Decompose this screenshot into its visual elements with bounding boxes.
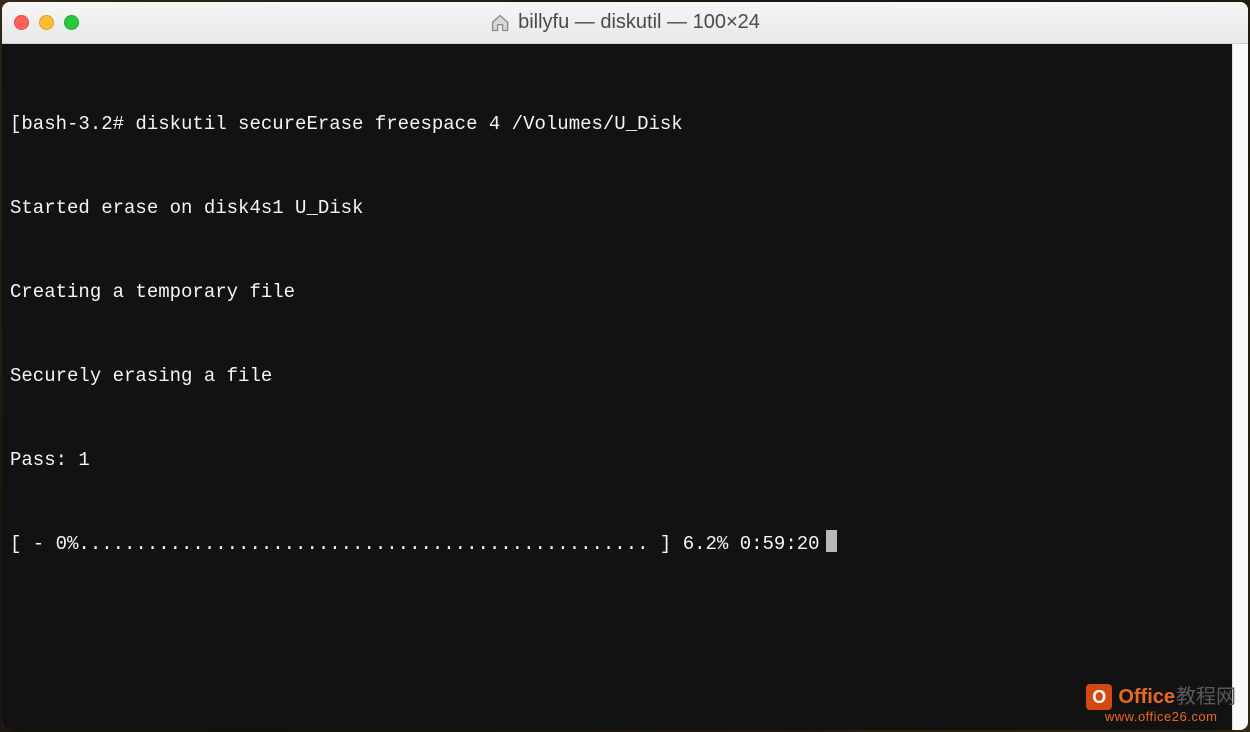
- watermark-brand-1: Office: [1118, 686, 1175, 708]
- prompt: [bash-3.2#: [10, 113, 135, 135]
- office-logo-icon: O: [1086, 684, 1112, 710]
- watermark-brand: O Office教程网: [1086, 684, 1236, 710]
- terminal-output-line: Started erase on disk4s1 U_Disk: [10, 194, 1240, 222]
- scrollbar-track[interactable]: [1232, 44, 1248, 730]
- terminal-window: billyfu — diskutil — 100×24 [bash-3.2# d…: [2, 2, 1248, 730]
- terminal-body[interactable]: [bash-3.2# diskutil secureErase freespac…: [2, 44, 1248, 730]
- traffic-lights: [14, 15, 79, 30]
- terminal-output-line: Creating a temporary file: [10, 278, 1240, 306]
- home-icon: [490, 13, 510, 33]
- zoom-button[interactable]: [64, 15, 79, 30]
- watermark-url: www.office26.com: [1086, 710, 1236, 724]
- command-text: diskutil secureErase freespace 4 /Volume…: [135, 113, 682, 135]
- scroll-indicator-icon: [1236, 52, 1246, 62]
- window-title-text: billyfu — diskutil — 100×24: [518, 11, 760, 34]
- watermark: O Office教程网 www.office26.com: [1086, 684, 1236, 724]
- terminal-output-line: Pass: 1: [10, 446, 1240, 474]
- watermark-brand-2: 教程网: [1176, 686, 1236, 708]
- titlebar[interactable]: billyfu — diskutil — 100×24: [2, 2, 1248, 44]
- terminal-output-line: Securely erasing a file: [10, 362, 1240, 390]
- minimize-button[interactable]: [39, 15, 54, 30]
- progress-text: [ - 0%..................................…: [10, 533, 820, 555]
- terminal-progress-line: [ - 0%..................................…: [10, 530, 1240, 558]
- close-button[interactable]: [14, 15, 29, 30]
- window-title: billyfu — diskutil — 100×24: [490, 11, 760, 34]
- cursor: [826, 530, 837, 552]
- terminal-prompt-line: [bash-3.2# diskutil secureErase freespac…: [10, 110, 1240, 138]
